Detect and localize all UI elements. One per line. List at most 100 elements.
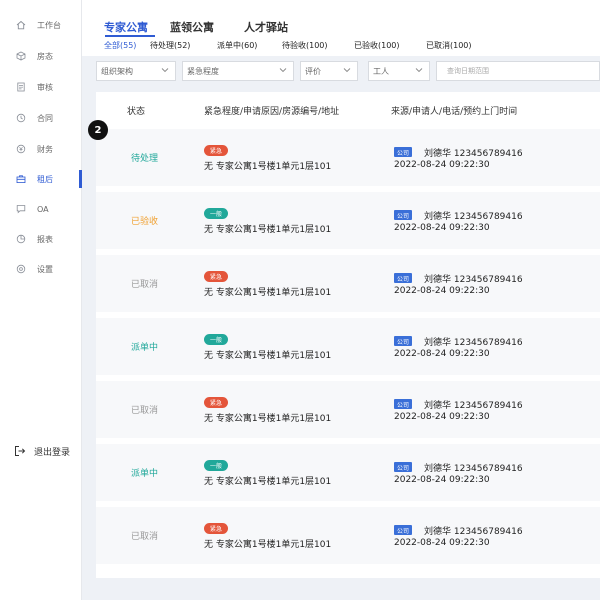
table-row[interactable]: 已验收 一般 无 专家公寓1号楼1单元1层101 公司 刘德华 12345678…	[96, 192, 600, 249]
urgency-badge: 紧急	[204, 397, 229, 408]
org-structure-value: 组织架构	[101, 66, 133, 76]
sidebar-item-label: 财务	[37, 144, 53, 154]
logout-icon	[14, 444, 28, 458]
urgency-badge: 紧急	[204, 523, 229, 534]
column-header-status: 状态	[127, 107, 146, 117]
rating-select[interactable]: 评价	[300, 61, 358, 81]
sidebar-item-reports[interactable]: 报表	[0, 226, 82, 252]
row-status: 已验收	[131, 217, 159, 227]
row-status: 派单中	[131, 343, 159, 353]
urgency-select[interactable]: 紧急程度	[182, 61, 294, 81]
row-appointment-time: 2022-08-24 09:22:30	[394, 538, 490, 548]
subtab-awaiting-acceptance[interactable]: 待验收(100)	[282, 40, 328, 51]
urgency-value: 紧急程度	[187, 66, 219, 76]
source-tag: 公司	[394, 147, 413, 157]
tab-blue-collar-apartment[interactable]: 蓝领公寓	[170, 19, 214, 35]
row-appointment-time: 2022-08-24 09:22:30	[394, 412, 490, 422]
sidebar-item-workbench[interactable]: 工作台	[0, 12, 82, 38]
row-status: 已取消	[131, 532, 159, 542]
subtab-all[interactable]: 全部(55)	[104, 40, 136, 51]
column-header-urgency-address: 紧急程度/申请原因/房源编号/地址	[204, 107, 340, 117]
sidebar-item-finance[interactable]: 财务	[0, 136, 82, 162]
source-tag: 公司	[394, 336, 413, 346]
worker-value: 工人	[373, 66, 389, 76]
subtab-accepted[interactable]: 已验收(100)	[354, 40, 400, 51]
urgency-badge: 一般	[204, 460, 229, 471]
row-applicant: 刘德华 123456789416	[424, 338, 523, 348]
tab-expert-apartment[interactable]: 专家公寓	[104, 19, 148, 35]
row-status: 派单中	[131, 469, 159, 479]
subtab-cancelled[interactable]: 已取消(100)	[426, 40, 472, 51]
row-applicant: 刘德华 123456789416	[424, 527, 523, 537]
tab-talent-station[interactable]: 人才驿站	[244, 19, 288, 35]
sidebar-item-label: 审核	[37, 82, 53, 92]
table-row[interactable]: 已取消 紧急 无 专家公寓1号楼1单元1层101 公司 刘德华 12345678…	[96, 255, 600, 312]
logout-button[interactable]: 退出登录	[14, 441, 70, 461]
row-status: 已取消	[131, 406, 159, 416]
sidebar-item-label: 合同	[37, 113, 53, 123]
worker-select[interactable]: 工人	[368, 61, 430, 81]
row-applicant: 刘德华 123456789416	[424, 464, 523, 474]
table-row[interactable]: 已取消 紧急 无 专家公寓1号楼1单元1层101 公司 刘德华 12345678…	[96, 507, 600, 564]
header: 专家公寓 蓝领公寓 人才驿站 全部(55) 待处理(52) 派单中(60) 待验…	[82, 0, 600, 56]
row-applicant: 刘德华 123456789416	[424, 212, 523, 222]
chevron-down-icon	[279, 66, 287, 74]
urgency-badge: 一般	[204, 208, 229, 219]
urgency-badge: 一般	[204, 334, 229, 345]
subtab-dispatching[interactable]: 派单中(60)	[217, 40, 257, 51]
row-appointment-time: 2022-08-24 09:22:30	[394, 475, 490, 485]
table-row[interactable]: 已取消 紧急 无 专家公寓1号楼1单元1层101 公司 刘德华 12345678…	[96, 381, 600, 438]
sidebar-item-post-lease[interactable]: 租后	[0, 166, 82, 192]
row-appointment-time: 2022-08-24 09:22:30	[394, 160, 490, 170]
source-tag: 公司	[394, 525, 413, 535]
row-address: 无 专家公寓1号楼1单元1层101	[204, 477, 332, 487]
rating-value: 评价	[305, 66, 321, 76]
sidebar-item-settings[interactable]: 设置	[0, 256, 82, 282]
row-address: 无 专家公寓1号楼1单元1层101	[204, 414, 332, 424]
row-status: 待处理	[131, 154, 159, 164]
row-applicant: 刘德华 123456789416	[424, 275, 523, 285]
gear-icon	[16, 264, 26, 274]
home-icon	[16, 20, 26, 30]
row-appointment-time: 2022-08-24 09:22:30	[394, 286, 490, 296]
sidebar-item-label: 工作台	[37, 20, 61, 30]
urgency-badge: 紧急	[204, 271, 229, 282]
row-address: 无 专家公寓1号楼1单元1层101	[204, 288, 332, 298]
row-address: 无 专家公寓1号楼1单元1层101	[204, 351, 332, 361]
table-row[interactable]: 待处理 紧急 无 专家公寓1号楼1单元1层101 公司 刘德华 12345678…	[96, 129, 600, 186]
table-row[interactable]: 派单中 一般 无 专家公寓1号楼1单元1层101 公司 刘德华 12345678…	[96, 444, 600, 501]
subtab-pending[interactable]: 待处理(52)	[150, 40, 190, 51]
cube-icon	[16, 51, 26, 61]
document-icon	[16, 82, 26, 92]
table-row[interactable]: 派单中 一般 无 专家公寓1号楼1单元1层101 公司 刘德华 12345678…	[96, 318, 600, 375]
urgency-badge: 紧急	[204, 145, 229, 156]
sidebar-item-label: 报表	[37, 234, 53, 244]
active-tab-underline	[105, 35, 155, 37]
row-appointment-time: 2022-08-24 09:22:30	[394, 349, 490, 359]
date-range-input[interactable]: 查询日期范围	[436, 61, 600, 81]
sidebar-item-contract[interactable]: 合同	[0, 105, 82, 131]
column-header-source-time: 来源/申请人/电话/预约上门时间	[391, 107, 518, 117]
org-structure-select[interactable]: 组织架构	[96, 61, 176, 81]
source-tag: 公司	[394, 462, 413, 472]
sidebar-item-label: 房态	[37, 51, 53, 61]
sidebar: 工作台 房态 审核 合同 财务 租后 OA 报表 设置 退出登录	[0, 0, 82, 600]
clock-icon	[16, 113, 26, 123]
row-address: 无 专家公寓1号楼1单元1层101	[204, 225, 332, 235]
chat-icon	[16, 204, 26, 214]
sidebar-item-room-status[interactable]: 房态	[0, 43, 82, 69]
source-tag: 公司	[394, 273, 413, 283]
source-tag: 公司	[394, 399, 413, 409]
chevron-down-icon	[343, 66, 351, 74]
sidebar-item-oa[interactable]: OA	[0, 196, 82, 222]
sidebar-item-label: OA	[37, 204, 49, 214]
row-address: 无 专家公寓1号楼1单元1层101	[204, 162, 332, 172]
row-address: 无 专家公寓1号楼1单元1层101	[204, 540, 332, 550]
sidebar-item-label: 设置	[37, 264, 53, 274]
briefcase-icon	[16, 174, 26, 184]
sidebar-item-label: 租后	[37, 174, 53, 184]
sidebar-item-audit[interactable]: 审核	[0, 74, 82, 100]
source-tag: 公司	[394, 210, 413, 220]
money-icon	[16, 144, 26, 154]
chevron-down-icon	[161, 66, 169, 74]
